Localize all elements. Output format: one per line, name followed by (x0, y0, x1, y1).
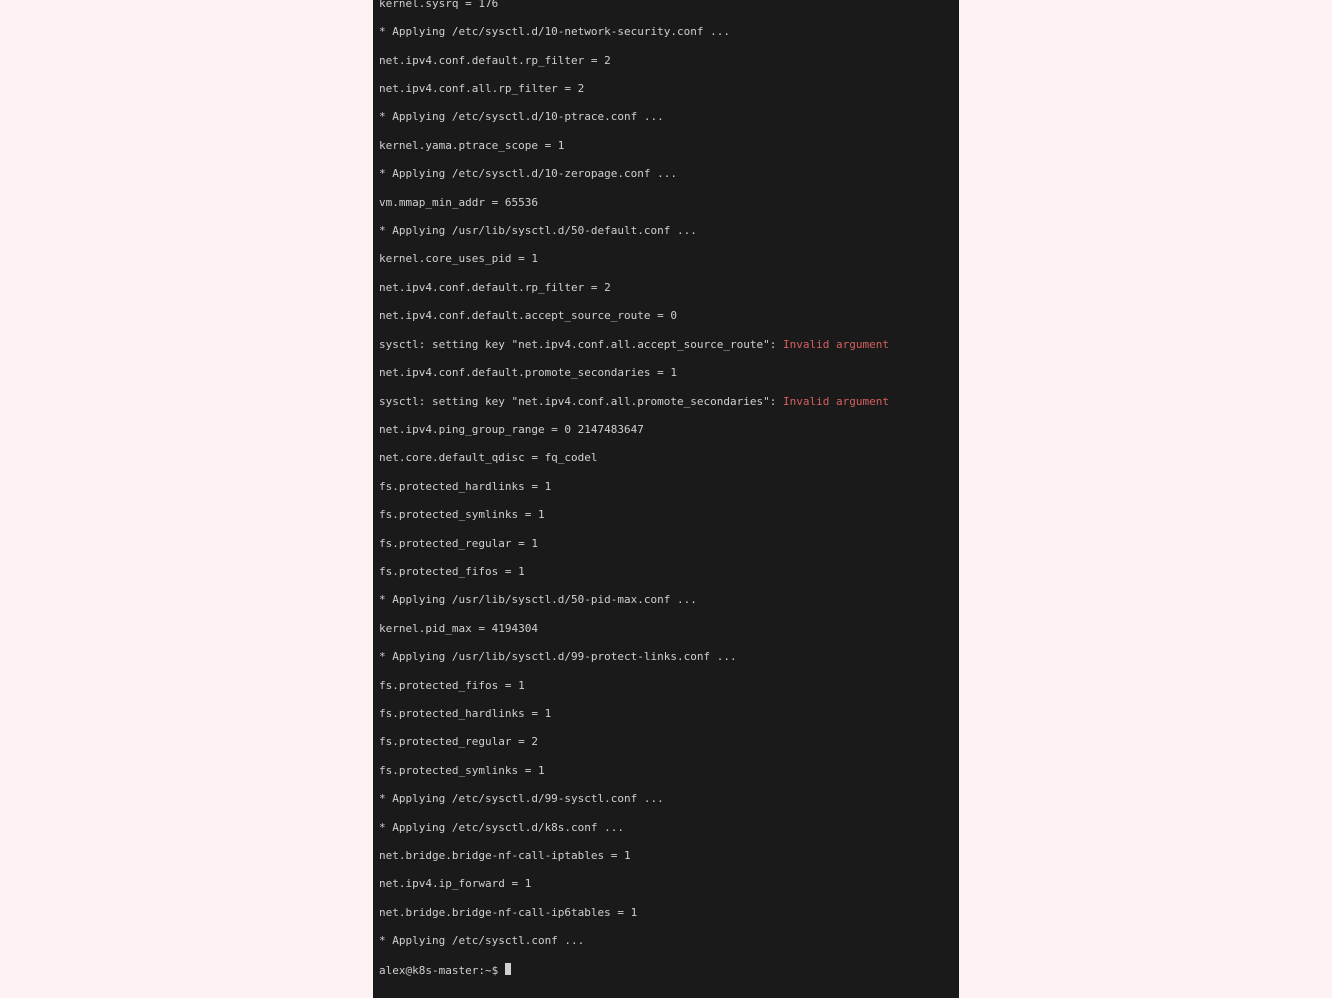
output-line: net.ipv4.ping_group_range = 0 2147483647 (379, 423, 953, 437)
output-line: * Applying /etc/sysctl.d/k8s.conf ... (379, 821, 953, 835)
error-prefix: sysctl: setting key "net.ipv4.conf.all.p… (379, 395, 783, 408)
output-line: net.ipv4.conf.all.rp_filter = 2 (379, 82, 953, 96)
output-line: * Applying /usr/lib/sysctl.d/50-default.… (379, 224, 953, 238)
output-line: fs.protected_regular = 2 (379, 735, 953, 749)
output-line: kernel.core_uses_pid = 1 (379, 252, 953, 266)
output-line: net.core.default_qdisc = fq_codel (379, 451, 953, 465)
output-line: fs.protected_regular = 1 (379, 537, 953, 551)
output-line: net.ipv4.conf.default.rp_filter = 2 (379, 281, 953, 295)
output-line: kernel.sysrq = 176 (379, 0, 953, 11)
output-line: fs.protected_hardlinks = 1 (379, 707, 953, 721)
output-line: net.ipv4.conf.default.promote_secondarie… (379, 366, 953, 380)
error-prefix: sysctl: setting key "net.ipv4.conf.all.a… (379, 338, 783, 351)
output-line: vm.mmap_min_addr = 65536 (379, 196, 953, 210)
output-line: net.ipv4.conf.default.accept_source_rout… (379, 309, 953, 323)
output-line: net.bridge.bridge-nf-call-iptables = 1 (379, 849, 953, 863)
output-line: net.bridge.bridge-nf-call-ip6tables = 1 (379, 906, 953, 920)
output-line: * Applying /etc/sysctl.conf ... (379, 934, 953, 948)
output-line: kernel.yama.ptrace_scope = 1 (379, 139, 953, 153)
output-line: fs.protected_fifos = 1 (379, 679, 953, 693)
output-line: * Applying /etc/sysctl.d/10-zeropage.con… (379, 167, 953, 181)
output-line: fs.protected_symlinks = 1 (379, 764, 953, 778)
output-line: * Applying /usr/lib/sysctl.d/99-protect-… (379, 650, 953, 664)
error-text: Invalid argument (783, 395, 889, 408)
error-text: Invalid argument (783, 338, 889, 351)
output-line: fs.protected_fifos = 1 (379, 565, 953, 579)
output-line: net.ipv4.conf.default.rp_filter = 2 (379, 54, 953, 68)
output-line: kernel.pid_max = 4194304 (379, 622, 953, 636)
cursor-icon (505, 963, 511, 975)
error-line: sysctl: setting key "net.ipv4.conf.all.p… (379, 395, 953, 409)
output-line: * Applying /usr/lib/sysctl.d/50-pid-max.… (379, 593, 953, 607)
shell-prompt: alex@k8s-master:~$ (379, 964, 505, 977)
prompt-line[interactable]: alex@k8s-master:~$ (379, 963, 953, 978)
error-line: sysctl: setting key "net.ipv4.conf.all.a… (379, 338, 953, 352)
terminal-window[interactable]: alex@k8s-master:~$ sudo sysctl --system … (373, 0, 959, 998)
output-line: * Applying /etc/sysctl.d/10-ptrace.conf … (379, 110, 953, 124)
output-line: fs.protected_symlinks = 1 (379, 508, 953, 522)
output-line: net.ipv4.ip_forward = 1 (379, 877, 953, 891)
output-line: * Applying /etc/sysctl.d/10-network-secu… (379, 25, 953, 39)
output-line: fs.protected_hardlinks = 1 (379, 480, 953, 494)
output-line: * Applying /etc/sysctl.d/99-sysctl.conf … (379, 792, 953, 806)
